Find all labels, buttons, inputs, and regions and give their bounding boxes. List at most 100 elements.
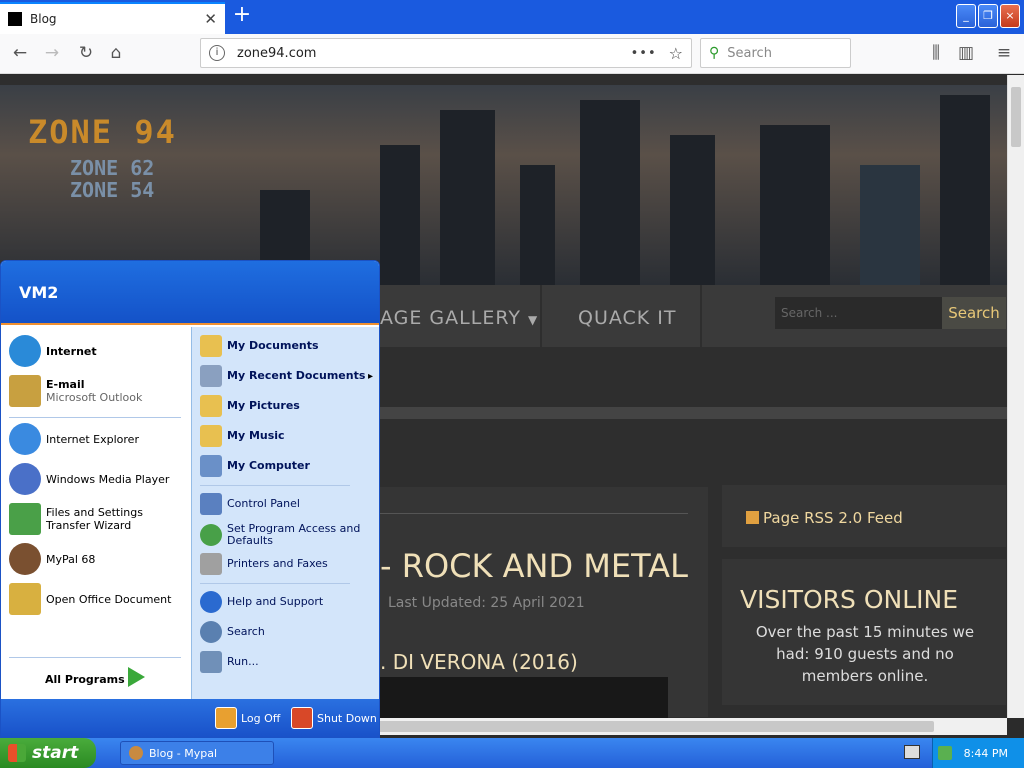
horizontal-scrollbar[interactable] — [378, 718, 1007, 735]
transfer-wizard-icon — [9, 503, 41, 535]
item-label: Search — [227, 625, 265, 638]
log-off-label: Log Off — [241, 711, 281, 725]
site-search-button[interactable]: Search — [942, 297, 1006, 329]
search-icon: ⚲ — [709, 45, 720, 61]
globe-icon — [9, 335, 41, 367]
item-title: Internet — [46, 344, 97, 358]
power-icon — [291, 707, 313, 729]
site-search-input[interactable]: Search ... — [775, 297, 942, 329]
tab-blog[interactable]: Blog ✕ — [0, 2, 225, 34]
new-tab-button[interactable]: + — [230, 4, 254, 28]
forward-icon[interactable]: → — [40, 42, 64, 66]
start-item-my-music[interactable]: My Music — [200, 425, 285, 447]
start-item-my-computer[interactable]: My Computer — [200, 455, 310, 477]
item-label: Set Program Access and Defaults — [227, 522, 361, 547]
log-off-button[interactable]: Log Off — [215, 707, 280, 729]
item-title: E-mail — [46, 378, 85, 391]
item-label: My Documents — [227, 339, 319, 352]
network-icon[interactable] — [937, 746, 952, 760]
minimize-button[interactable]: _ — [956, 4, 976, 28]
run-icon — [200, 651, 222, 673]
start-item-recent-documents[interactable]: My Recent Documents ▸ — [200, 365, 373, 387]
sidebar-icon[interactable]: ▥ — [954, 42, 978, 66]
folder-icon — [200, 395, 222, 417]
shut-down-label: Shut Down — [317, 711, 377, 725]
recent-docs-icon — [200, 365, 222, 387]
browser-search-input[interactable]: ⚲ Search — [700, 38, 851, 68]
start-menu: VM2 Internet E-mail Microsoft Outlook Int… — [0, 260, 380, 738]
bookmark-star-icon[interactable]: ☆ — [669, 44, 683, 63]
help-icon — [200, 591, 222, 613]
restore-button[interactable]: ❐ — [978, 4, 998, 28]
item-label: My Recent Documents — [227, 369, 366, 382]
start-menu-footer: Log Off Shut Down — [1, 699, 379, 737]
hscroll-thumb[interactable] — [378, 721, 934, 732]
all-programs-button[interactable]: All Programs — [45, 673, 125, 686]
office-icon — [9, 583, 41, 615]
search-icon — [200, 621, 222, 643]
start-item-mypal[interactable]: MyPal 68 — [9, 543, 95, 575]
start-item-run[interactable]: Run... — [200, 651, 259, 673]
system-tray: 8:44 PM — [932, 738, 1024, 768]
home-icon[interactable]: ⌂ — [104, 42, 128, 66]
task-label: Blog - Mypal — [149, 746, 218, 760]
start-item-my-pictures[interactable]: My Pictures — [200, 395, 300, 417]
submenu-arrow-icon: ▸ — [368, 370, 374, 382]
start-item-program-access[interactable]: Set Program Access and Defaults — [200, 523, 367, 547]
search-placeholder: Search — [727, 45, 772, 61]
mypal-icon — [129, 746, 143, 760]
logo-sub-1: ZONE 62 — [70, 156, 155, 180]
article-subtitle: . DI VERONA (2016) — [380, 650, 578, 674]
start-item-wmp[interactable]: Windows Media Player — [9, 463, 169, 495]
taskbar-item-mypal[interactable]: Blog - Mypal — [120, 741, 274, 765]
arrow-right-icon — [128, 667, 145, 687]
close-tab-icon[interactable]: ✕ — [204, 10, 217, 28]
site-logo-sub: ZONE 62 ZONE 54 — [70, 157, 154, 201]
library-icon[interactable]: ⫼ — [924, 42, 948, 66]
start-item-ie[interactable]: Internet Explorer — [9, 423, 139, 455]
windows-flag-icon — [8, 744, 26, 762]
article-title[interactable]: - ROCK AND METAL — [380, 547, 688, 585]
menu-item-quack-it[interactable]: QUACK IT — [578, 307, 677, 329]
url-bar[interactable]: i zone94.com ••• ☆ — [200, 38, 692, 68]
start-item-transfer-wizard[interactable]: Files and Settings Transfer Wizard — [9, 503, 186, 535]
rss-label: Page RSS 2.0 Feed — [763, 509, 903, 527]
vertical-scrollbar[interactable] — [1007, 75, 1024, 718]
start-button[interactable]: start — [0, 738, 96, 768]
scroll-thumb[interactable] — [1011, 87, 1021, 147]
media-player-icon — [9, 463, 41, 495]
menu-item-gallery[interactable]: AGE GALLERY ▼ — [380, 307, 538, 329]
tab-title: Blog — [30, 12, 57, 26]
clock[interactable]: 8:44 PM — [964, 747, 1008, 760]
close-window-button[interactable]: × — [1000, 4, 1020, 28]
start-item-my-documents[interactable]: My Documents — [200, 335, 319, 357]
start-item-printers[interactable]: Printers and Faxes — [200, 553, 328, 575]
article-image — [380, 677, 668, 718]
item-title: MyPal 68 — [46, 552, 96, 566]
shut-down-button[interactable]: Shut Down — [291, 707, 377, 729]
key-icon — [215, 707, 237, 729]
keyboard-icon[interactable] — [904, 745, 920, 759]
start-item-email[interactable]: E-mail Microsoft Outlook — [9, 375, 142, 407]
start-item-search[interactable]: Search — [200, 621, 265, 643]
item-title: Open Office Document — [46, 592, 172, 606]
printer-icon — [200, 553, 222, 575]
start-item-help[interactable]: Help and Support — [200, 591, 323, 613]
start-item-control-panel[interactable]: Control Panel — [200, 493, 300, 515]
item-label: Run... — [227, 655, 259, 668]
start-item-open-office[interactable]: Open Office Document — [9, 583, 171, 615]
start-label: start — [32, 743, 79, 763]
item-label: Printers and Faxes — [227, 557, 328, 570]
navigation-bar: ← → ↻ ⌂ i zone94.com ••• ☆ ⚲ Search ⫼ ▥ … — [0, 34, 1024, 74]
start-item-internet[interactable]: Internet — [9, 335, 97, 367]
rss-panel: Page RSS 2.0 Feed — [722, 485, 1006, 547]
info-icon[interactable]: i — [209, 45, 225, 61]
site-logo[interactable]: ZONE 94 — [28, 113, 177, 151]
back-icon[interactable]: ← — [8, 42, 32, 66]
menu-icon[interactable]: ≡ — [992, 42, 1016, 66]
rss-link[interactable]: Page RSS 2.0 Feed — [746, 509, 903, 527]
page-actions-icon[interactable]: ••• — [631, 46, 657, 61]
reload-icon[interactable]: ↻ — [74, 42, 98, 66]
program-access-icon — [200, 524, 222, 546]
folder-icon — [200, 425, 222, 447]
